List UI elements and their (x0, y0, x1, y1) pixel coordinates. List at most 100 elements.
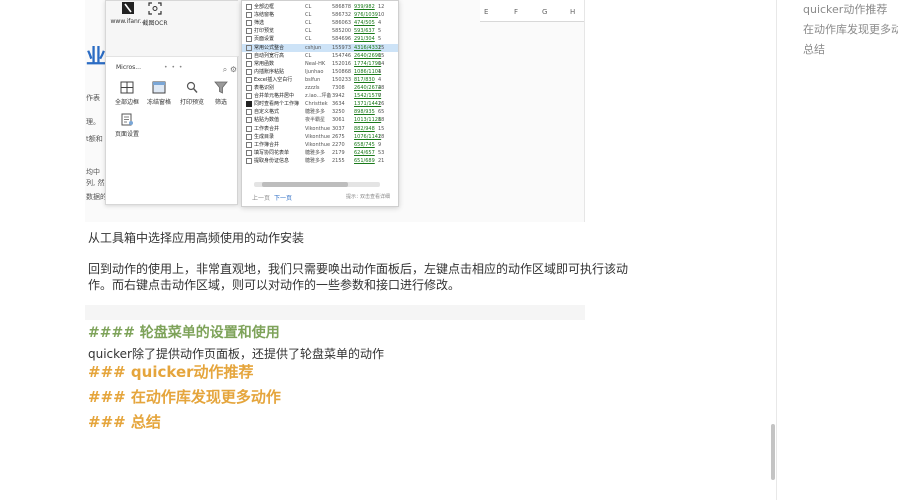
border-grid-icon (120, 81, 134, 94)
row-version: 15 (378, 44, 385, 51)
row-action-name: 合并单元格并居中 (254, 93, 295, 100)
embedded-screenshot: 业 作表 理。 t额和 均中 列, 然 数据的 E F G H www.ifan… (85, 0, 585, 222)
column-label: H (570, 8, 576, 16)
row-id: 3942 (332, 93, 345, 100)
action-tile-filter[interactable]: 筛选 (202, 81, 240, 106)
row-author: CL (305, 20, 312, 27)
action-list-row[interactable]: 生成目录 Vikonthue 2675 1076/1142 18 (242, 133, 398, 141)
heading-action-library: ### 在动作库发现更多动作 (88, 388, 281, 406)
row-usage-count: 291/304 (354, 36, 375, 43)
next-page-link[interactable]: 下一页 (274, 193, 292, 202)
action-list-row[interactable]: 同时查看两个工作簿 Christtek 3634 1371/1442 16 (242, 100, 398, 108)
row-action-name: 冻结窗格 (254, 12, 275, 19)
row-id: 3250 (332, 109, 345, 116)
action-list-row[interactable]: 工作表合并 Vikonthue 3037 882/948 15 (242, 125, 398, 133)
row-id: 586878 (332, 4, 352, 10)
prev-page-link[interactable]: 上一页 (252, 193, 270, 202)
action-list-row[interactable]: 提取身份证信息 糖雅多多 2155 651/689 21 (242, 157, 398, 165)
freeze-pane-icon (152, 81, 166, 94)
action-list-row[interactable]: 冻结窗格 CL 586732 976/1039 10 (242, 11, 398, 19)
panel-title-bar: Micros... • • • ⌕ ⚙ (106, 61, 239, 75)
scrollbar-thumb[interactable] (262, 182, 348, 187)
row-id: 586063 (332, 20, 352, 27)
row-version: 5 (378, 36, 382, 43)
panel-toolbar-icons[interactable]: ⌕ ⚙ (223, 63, 237, 77)
row-action-icon (246, 85, 252, 91)
row-author: z.iao...坪备 (305, 93, 332, 100)
row-action-name: 工作表合并 (254, 125, 280, 132)
screenshot-ocr-icon (148, 2, 162, 15)
column-label: G (542, 8, 548, 16)
row-author: 糖雅多多 (305, 157, 326, 164)
row-author: cshjun (305, 44, 322, 51)
row-action-name: 打印预览 (254, 28, 275, 35)
page-setup-icon (121, 113, 133, 126)
filter-icon (214, 81, 228, 94)
heading-quicker-recommend: ### quicker动作推荐 (88, 363, 254, 381)
editor-scrollbar-thumb[interactable] (771, 424, 775, 480)
row-action-icon (246, 109, 252, 116)
panel-drag-handle[interactable]: • • • (164, 61, 183, 75)
image-caption: 从工具箱中选择应用高频使用的动作安装 (88, 231, 305, 245)
row-id: 2155 (332, 157, 345, 164)
action-list-row[interactable]: 粘贴为数值 夜半霸星 3061 1013/1128 18 (242, 116, 398, 124)
row-version: 5 (378, 28, 382, 35)
row-action-name: 常用函数 (254, 60, 275, 67)
row-version: 16 (378, 101, 385, 108)
row-version: 15 (378, 52, 385, 59)
outline-item-library[interactable]: 在动作库发现更多动作 (803, 21, 898, 37)
row-id: 155973 (332, 44, 352, 51)
action-list-row[interactable]: 全部边框 CL 586878 939/982 12 (242, 3, 398, 11)
quicker-action-panel: www.ifanr... 截图OCR Micros... • • • ⌕ ⚙ 全… (105, 0, 240, 205)
outline-item-recommend[interactable]: quicker动作推荐 (803, 1, 887, 17)
row-id: 586732 (332, 12, 352, 19)
action-library-list: 全部边框 CL 586878 939/982 12 冻结窗格 CL 586732 976/103… (241, 0, 399, 207)
outline-item-summary[interactable]: 总结 (803, 41, 825, 57)
action-label: 页面设置 (114, 131, 139, 138)
row-action-name: 表格识别 (254, 85, 275, 91)
row-action-icon (246, 20, 252, 27)
row-version: 4 (378, 20, 382, 27)
action-list-row[interactable]: 工作簿合并 Vikonthue 2270 658/745 9 (242, 141, 398, 149)
tile-screenshot-ocr[interactable]: 截图OCR (133, 2, 177, 27)
hint-label: 提示： (346, 194, 362, 200)
action-list-row[interactable]: 常用函数 Neal-HK 152016 1774/1790 14 (242, 60, 398, 68)
row-usage-count: 939/982 (354, 4, 375, 10)
row-version: 4 (378, 76, 382, 83)
heading-wheel-menu: #### 轮盘菜单的设置和使用 (88, 325, 280, 341)
row-author: 夜半霸星 (305, 117, 326, 124)
row-action-name: 常用公式整合 (254, 44, 285, 51)
row-action-icon (246, 60, 252, 67)
row-version: 15 (378, 125, 385, 132)
row-version: 12 (378, 4, 385, 10)
action-label: 打印预览 (179, 99, 204, 106)
spreadsheet-column-header: E F G H (480, 0, 584, 22)
row-id: 154746 (332, 52, 352, 59)
action-list-row[interactable]: 打印预览 CL 585200 593/637 5 (242, 27, 398, 35)
row-usage-count: 817/830 (354, 76, 375, 83)
heading-summary: ### 总结 (88, 413, 161, 431)
action-list-row[interactable]: 填写协同花表单 糖雅多多 2179 624/657 53 (242, 149, 398, 157)
action-tile-page-setup[interactable]: 页面设置 (108, 113, 146, 138)
row-action-icon (246, 93, 252, 100)
action-list-row[interactable]: Excel插入空白行 bslfun 150233 817/830 4 (242, 76, 398, 84)
action-list-row[interactable]: 自定义格式 糖雅多多 3250 898/935 65 (242, 108, 398, 116)
list-horizontal-scrollbar[interactable] (254, 182, 380, 187)
action-list-row[interactable]: 自动列宽行高 CL 154746 2640/2690 15 (242, 52, 398, 60)
action-list-row[interactable]: 筛选 CL 586063 474/505 4 (242, 19, 398, 27)
row-author: CL (305, 52, 312, 59)
row-id: 150233 (332, 76, 352, 83)
action-list-row[interactable]: 表格识别 zzzzls 7308 2640/2674 28 (242, 84, 398, 92)
row-action-name: 工作簿合并 (254, 141, 280, 148)
action-list-row[interactable]: 常用公式整合 cshjun 155973 4316/4332 15 (242, 43, 398, 52)
row-action-name: 页面设置 (254, 36, 275, 43)
row-action-icon (246, 125, 252, 132)
row-id: 3061 (332, 117, 345, 124)
row-id: 2675 (332, 133, 345, 140)
print-preview-icon (186, 81, 198, 93)
action-list-row[interactable]: 合并单元格并居中 z.iao...坪备 3942 1542/1570 7 (242, 92, 398, 100)
row-action-icon (246, 141, 252, 148)
row-version: 9 (378, 141, 382, 148)
action-list-row[interactable]: 页面设置 CL 584696 291/304 5 (242, 35, 398, 43)
action-list-row[interactable]: 内插账序粘贴 ljunhao 150868 1086/1101 4 (242, 68, 398, 76)
